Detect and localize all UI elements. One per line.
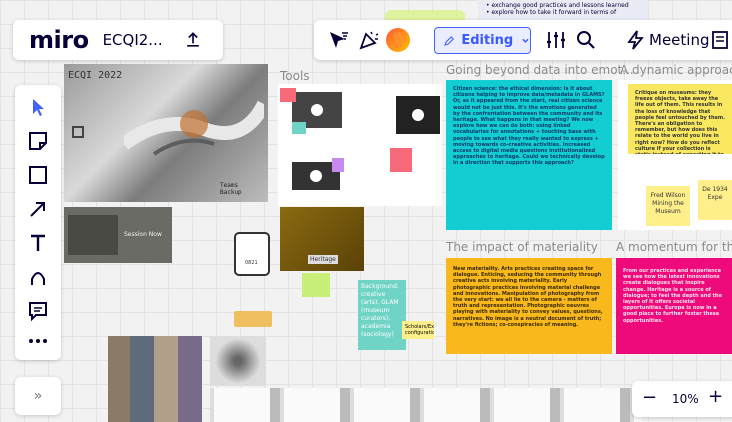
select-cursor-icon[interactable] <box>26 95 50 119</box>
de-text: De 1934 Expe <box>702 186 728 201</box>
reactions-inner-icon <box>394 32 402 48</box>
lightning-icon[interactable] <box>624 28 648 52</box>
pencil-icon <box>444 35 454 46</box>
small-green-sticky[interactable] <box>302 273 330 297</box>
background-sticky[interactable]: Background: creative (arts), GLAM (museu… <box>358 280 406 350</box>
hands-illustration <box>124 100 264 156</box>
meeting-label[interactable]: Meeting <box>649 31 709 49</box>
phone-code: 0821 <box>245 260 258 266</box>
top-left-bar: miro ECQI2... <box>13 20 223 60</box>
cyan-sticky-text: Citizen science: the ethical dimension: … <box>453 86 605 167</box>
tools-sticky-purple[interactable] <box>332 158 344 172</box>
scholars-text: Scholars/Experts configuration <box>405 324 434 336</box>
board-canvas[interactable]: • exchange good practices and lessons le… <box>0 0 732 422</box>
video-thumb-2[interactable] <box>396 96 440 134</box>
teams-backup-label: Teams Backup <box>220 182 242 196</box>
background-text: Background: creative (arts), GLAM (museu… <box>361 283 399 338</box>
sketch-artwork[interactable] <box>210 336 266 386</box>
artwork-grid[interactable] <box>108 336 202 422</box>
fred-wilson-sticky[interactable]: Fred Wilson Mining the Museum <box>646 186 690 226</box>
tools-sticky-teal[interactable] <box>292 122 306 134</box>
frame2-title: A dynamic approach o <box>620 63 732 77</box>
tools-sticky-pink[interactable] <box>390 148 412 172</box>
zoom-out-button[interactable]: − <box>642 387 657 408</box>
sticky-note-icon[interactable] <box>26 129 50 153</box>
arrow-connector-icon[interactable] <box>26 197 50 221</box>
celebrate-icon[interactable] <box>357 28 381 52</box>
tools-frame[interactable] <box>278 84 442 206</box>
top-right-bar: Editing Meeting <box>314 20 732 60</box>
more-tools-icon[interactable] <box>26 329 50 353</box>
yellow-sticky[interactable]: Critique on museums: they freeze objects… <box>628 84 732 154</box>
frame-icon <box>72 126 84 138</box>
fred-wilson-text: Fred Wilson Mining the Museum <box>650 192 686 215</box>
pink-sticky[interactable]: From our practices and experience we see… <box>616 258 732 354</box>
board-name[interactable]: ECQI2... <box>103 31 163 49</box>
ecqi-title: ECQI 2022 <box>68 70 123 81</box>
session-photo <box>68 215 118 255</box>
session-now-card[interactable]: Session Now <box>64 207 172 263</box>
phone-mockup[interactable]: 0821 <box>234 232 270 276</box>
zoom-in-button[interactable]: + <box>708 386 723 407</box>
tools-sticky-red[interactable] <box>280 88 296 102</box>
play-icon[interactable] <box>310 170 322 182</box>
de-sticky[interactable]: De 1934 Expe <box>698 180 732 220</box>
frame4-title: A momentum for the f <box>616 240 732 254</box>
search-icon[interactable] <box>574 28 598 52</box>
session-now-label: Session Now <box>124 231 162 238</box>
top-note-1: • exchange good practices and lessons le… <box>486 2 629 9</box>
comment-icon[interactable] <box>26 299 50 323</box>
miro-logo[interactable]: miro <box>29 26 89 54</box>
upload-icon[interactable] <box>183 30 203 50</box>
chevron-down-icon <box>522 38 529 43</box>
frame3-title: The impact of materiality <box>446 240 598 254</box>
pen-tool-icon[interactable] <box>26 265 50 289</box>
zoom-controls: − 10% + <box>632 381 732 417</box>
heritage-tag: Heritage <box>308 255 338 264</box>
pink-sticky-text: From our practices and experience we see… <box>623 268 722 324</box>
scholars-sticky[interactable]: Scholars/Experts configuration <box>402 321 434 339</box>
text-tool-icon[interactable] <box>26 231 50 255</box>
notes-icon[interactable] <box>708 28 732 52</box>
editing-mode-button[interactable]: Editing <box>434 27 531 54</box>
orange-sticky-text: New materiality. Arts practices creating… <box>453 266 603 328</box>
ecqi-artwork[interactable]: ECQI 2022 Teams Backup <box>64 64 268 202</box>
yellow-sticky-text: Critique on museums: they freeze objects… <box>635 90 726 154</box>
play-icon[interactable] <box>311 104 323 116</box>
play-icon[interactable] <box>412 109 424 121</box>
cursor-filter-icon[interactable] <box>326 28 350 52</box>
frame1-title: Going beyond data into emot... <box>446 63 634 77</box>
expand-panel-button[interactable]: » <box>15 377 61 415</box>
reactions-icon[interactable] <box>386 28 410 52</box>
editing-label: Editing <box>461 33 514 48</box>
expand-icon: » <box>33 388 43 404</box>
left-toolbar <box>15 85 61 360</box>
avatar-group <box>234 311 272 327</box>
orange-sticky[interactable]: New materiality. Arts practices creating… <box>446 258 612 354</box>
sketch-strip[interactable] <box>210 388 642 422</box>
top-note-2: • explore how to take it forward in term… <box>486 9 617 16</box>
tools-frame-title: Tools <box>280 69 310 83</box>
cyan-sticky[interactable]: Citizen science: the ethical dimension: … <box>446 80 612 230</box>
rectangle-shape-icon[interactable] <box>26 163 50 187</box>
heritage-photo[interactable]: Heritage <box>280 207 364 271</box>
settings-sliders-icon[interactable] <box>544 28 568 52</box>
zoom-level[interactable]: 10% <box>672 392 699 406</box>
